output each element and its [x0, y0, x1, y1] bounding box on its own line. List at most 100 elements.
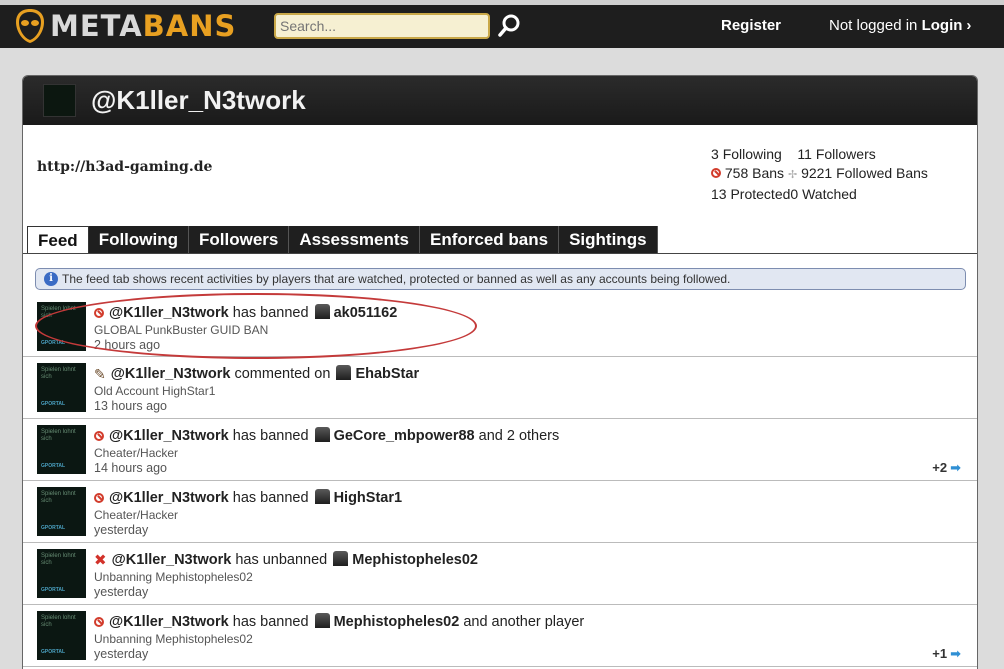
- tab-sightings[interactable]: Sightings: [559, 226, 658, 254]
- feed-suffix: and 2 others: [478, 428, 560, 444]
- arrow-right-icon: ➡: [950, 460, 961, 475]
- target-player-link[interactable]: HighStar1: [334, 490, 403, 506]
- feed-item-headline: @K1ller_N3twork has banned Mephistophele…: [94, 613, 584, 630]
- followed-bans-icon: ✢: [787, 169, 798, 181]
- login-status: Not logged in Login ›: [829, 17, 971, 34]
- avatar[interactable]: Spielen lohnt sich GPORTAL: [37, 425, 86, 474]
- feed-reason: Cheater/Hacker: [94, 508, 179, 522]
- ban-icon: [94, 308, 104, 318]
- target-player-link[interactable]: ak051162: [334, 305, 398, 321]
- feed-action: commented on: [234, 366, 331, 382]
- register-link[interactable]: Register: [721, 17, 781, 34]
- feed-reason: Cheater/Hacker: [94, 446, 179, 460]
- tab-feed[interactable]: Feed: [27, 226, 89, 254]
- avatar[interactable]: Spielen lohnt sich GPORTAL: [37, 302, 86, 351]
- feed-action: has unbanned: [235, 552, 328, 568]
- ban-icon: [94, 493, 104, 503]
- feed-reason: Unbanning Mephistopheles02: [94, 570, 253, 584]
- search-input[interactable]: [274, 13, 490, 39]
- mask-logo-icon: [16, 9, 44, 43]
- arrow-right-icon: ➡: [950, 646, 961, 661]
- feed-time: 2 hours ago: [94, 338, 161, 352]
- feed-item: Spielen lohnt sich GPORTAL @K1ller_N3twor…: [23, 605, 977, 667]
- chevron-right-icon[interactable]: ›: [966, 17, 971, 34]
- avatar[interactable]: Spielen lohnt sich GPORTAL: [37, 487, 86, 536]
- following-stat[interactable]: 3 Following: [711, 146, 782, 162]
- followed-bans-stat[interactable]: 9221 Followed Bans: [801, 165, 928, 181]
- actor-link[interactable]: @K1ller_N3twork: [112, 552, 232, 568]
- feed-action: has banned: [232, 428, 309, 444]
- feed-time: yesterday: [94, 523, 149, 537]
- avatar[interactable]: Spielen lohnt sich GPORTAL: [37, 549, 86, 598]
- feed-item-headline: @K1ller_N3twork has banned HighStar1: [94, 489, 402, 506]
- actor-link[interactable]: @K1ller_N3twork: [109, 305, 229, 321]
- player-icon: [336, 365, 352, 380]
- feed-item-headline: @K1ller_N3twork has banned ak051162: [94, 304, 397, 321]
- feed-time: 14 hours ago: [94, 461, 167, 475]
- top-navigation-bar: METABANS Register Not logged in Login›: [0, 0, 1004, 48]
- bans-stat[interactable]: 758 Bans: [725, 165, 784, 181]
- expand-others-button[interactable]: +1 ➡: [932, 646, 961, 662]
- feed-time: yesterday: [94, 585, 149, 599]
- protected-stat[interactable]: 13 Protected: [711, 186, 790, 202]
- player-icon: [314, 427, 330, 442]
- info-icon: i: [44, 272, 58, 286]
- feed-reason: Unbanning Mephistopheles02: [94, 632, 253, 646]
- tabs-divider: [23, 253, 977, 254]
- followers-stat[interactable]: 11 Followers: [797, 146, 875, 162]
- tab-assessments[interactable]: Assessments: [289, 226, 420, 254]
- tab-enforced-bans[interactable]: Enforced bans: [420, 226, 560, 254]
- feed-item-headline: ✖ @K1ller_N3twork has unbanned Mephistoph…: [94, 551, 478, 569]
- ban-icon: [94, 617, 104, 627]
- player-icon: [314, 304, 330, 319]
- search-icon[interactable]: [496, 13, 522, 39]
- feed-action: has banned: [232, 305, 309, 321]
- profile-tabs: Feed Following Followers Assessments Enf…: [27, 226, 658, 254]
- feed-suffix: and another player: [463, 614, 585, 630]
- target-player-link[interactable]: EhabStar: [355, 366, 419, 382]
- feed-action: has banned: [232, 490, 309, 506]
- ban-icon: [94, 431, 104, 441]
- actor-link[interactable]: @K1ller_N3twork: [109, 614, 229, 630]
- actor-link[interactable]: @K1ller_N3twork: [109, 428, 229, 444]
- tab-followers[interactable]: Followers: [189, 226, 290, 254]
- feed-item: Spielen lohnt sich GPORTAL ✖ @K1ller_N3two…: [23, 543, 977, 605]
- logo-wordmark: METABANS: [50, 9, 237, 43]
- profile-panel: @K1ller_N3twork http://h3ad-gaming.de 3 …: [22, 75, 978, 669]
- ban-icon: [711, 168, 721, 178]
- avatar[interactable]: Spielen lohnt sich GPORTAL: [37, 363, 86, 412]
- feed-item-headline: @K1ller_N3twork has banned GeCore_mbpowe…: [94, 427, 559, 444]
- feed-item: Spielen lohnt sich GPORTAL @K1ller_N3twor…: [23, 296, 977, 357]
- profile-stats: 3 Following 11 Followers 758 Bans ✢ 9221…: [711, 145, 928, 204]
- website-link[interactable]: http://h3ad-gaming.de: [37, 159, 212, 175]
- expand-others-button[interactable]: +2 ➡: [932, 460, 961, 476]
- feed-action: has banned: [232, 614, 309, 630]
- comment-icon: ✎: [94, 366, 106, 382]
- target-player-link[interactable]: Mephistopheles02: [334, 614, 460, 630]
- watched-stat[interactable]: 0 Watched: [790, 186, 856, 202]
- target-player-link[interactable]: Mephistopheles02: [352, 552, 478, 568]
- feed-time: 13 hours ago: [94, 399, 167, 413]
- target-player-link[interactable]: GeCore_mbpower88: [334, 428, 475, 444]
- tab-following[interactable]: Following: [88, 226, 190, 254]
- profile-title: @K1ller_N3twork: [91, 85, 306, 115]
- player-icon: [333, 551, 349, 566]
- feed-reason: Old Account HighStar1: [94, 384, 216, 398]
- actor-link[interactable]: @K1ller_N3twork: [109, 490, 229, 506]
- feed-item: Spielen lohnt sich GPORTAL @K1ller_N3twor…: [23, 481, 977, 543]
- feed-item: Spielen lohnt sich GPORTAL ✎ @K1ller_N3two…: [23, 357, 977, 419]
- activity-feed: Spielen lohnt sich GPORTAL @K1ller_N3twor…: [23, 296, 977, 667]
- profile-avatar: [43, 84, 76, 117]
- actor-link[interactable]: @K1ller_N3twork: [111, 366, 231, 382]
- profile-header: @K1ller_N3twork: [23, 76, 977, 125]
- feed-info-text: The feed tab shows recent activities by …: [62, 272, 731, 286]
- login-link[interactable]: Login: [922, 17, 963, 34]
- feed-item-headline: ✎ @K1ller_N3twork commented on EhabStar: [94, 365, 419, 383]
- metabans-logo[interactable]: METABANS: [14, 7, 236, 45]
- feed-time: yesterday: [94, 647, 149, 661]
- avatar[interactable]: Spielen lohnt sich GPORTAL: [37, 611, 86, 660]
- not-logged-in-text: Not logged in: [829, 17, 918, 34]
- feed-info-bar: i The feed tab shows recent activities b…: [35, 268, 966, 290]
- player-icon: [314, 489, 330, 504]
- player-icon: [314, 613, 330, 628]
